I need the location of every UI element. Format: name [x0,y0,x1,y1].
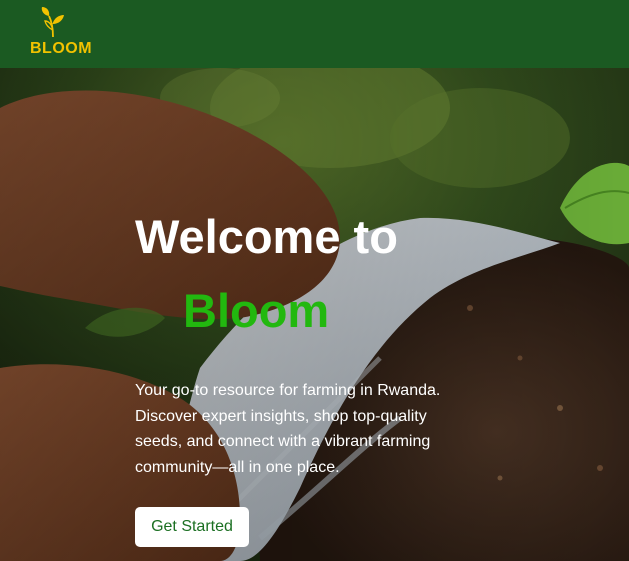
get-started-button[interactable]: Get Started [135,507,249,547]
site-header: BLOOM [0,0,629,68]
hero-description: Your go-to resource for farming in Rwand… [135,382,441,476]
sprout-leaf-icon [41,7,64,38]
hero-title: Welcome to [135,210,398,263]
logo[interactable]: BLOOM [30,6,93,62]
hero-section: Welcome to Bloom Your go-to resource for… [0,68,629,561]
hero-brand-name: Bloom [183,284,330,337]
landing-page: BLOOM Welcome to Bloom Your go-to resour… [0,0,629,561]
brand-name: BLOOM [30,40,93,57]
